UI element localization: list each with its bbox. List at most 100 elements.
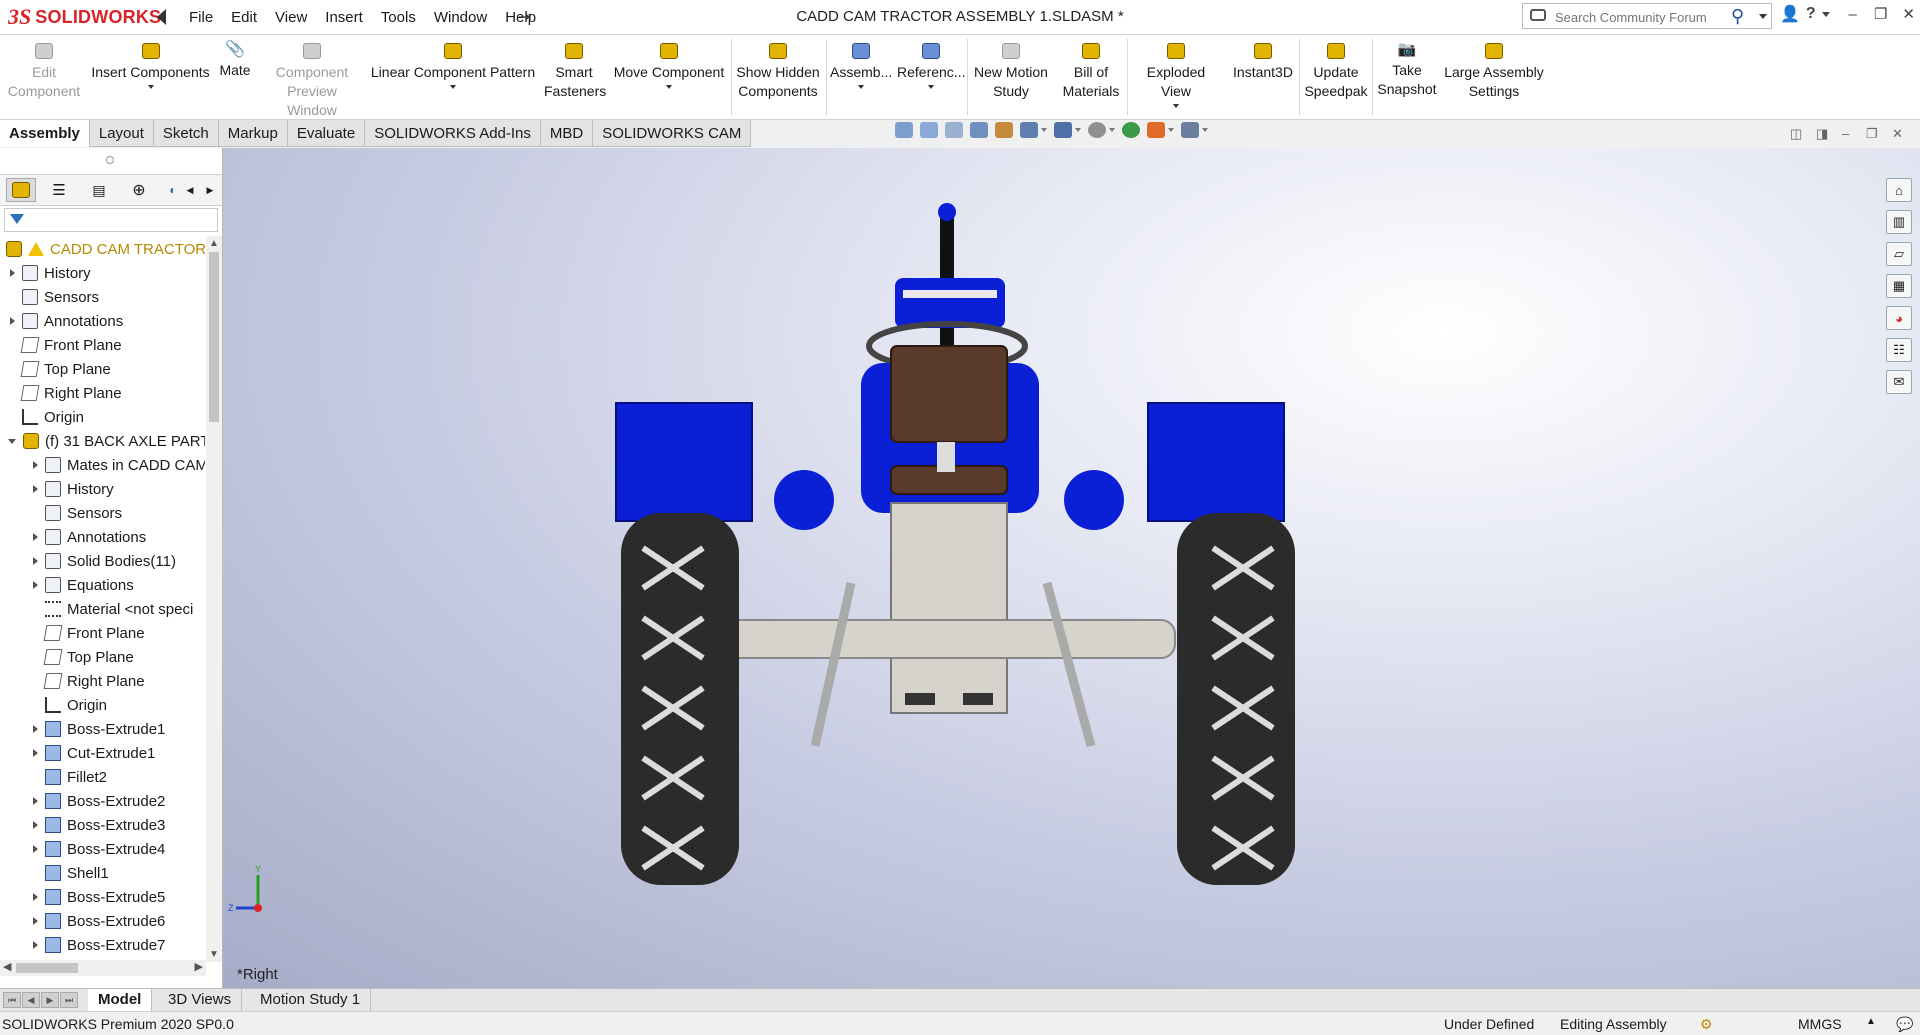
tab-3d-views[interactable]: 3D Views xyxy=(158,989,243,1011)
viewport-split-icon[interactable]: ◫ xyxy=(1790,126,1802,142)
menu-window[interactable]: Window xyxy=(425,9,496,26)
menu-view[interactable]: View xyxy=(266,9,316,26)
expand-caret-icon[interactable] xyxy=(33,893,38,901)
last-tab-arrow-icon[interactable]: ⏭ xyxy=(60,992,78,1008)
expand-caret-icon[interactable] xyxy=(10,269,15,277)
design-library-icon[interactable]: ▥ xyxy=(1886,210,1912,234)
edit-appearance-icon[interactable] xyxy=(1122,122,1140,138)
tree-subitem-equations[interactable]: Equations xyxy=(33,574,134,596)
prev-tab-arrow-icon[interactable]: ◀ xyxy=(22,992,40,1008)
expand-caret-icon[interactable] xyxy=(33,557,38,565)
display-manager-tab[interactable]: ◐ xyxy=(164,178,182,202)
solidworks-resources-home-icon[interactable]: ⌂ xyxy=(1886,178,1912,202)
scroll-down-arrow-icon[interactable]: ▼ xyxy=(209,949,219,960)
expand-caret-icon[interactable] xyxy=(33,725,38,733)
zoom-to-area-icon[interactable] xyxy=(920,122,938,138)
tree-subitem-boss-extrude1[interactable]: Boss-Extrude1 xyxy=(33,718,165,740)
file-explorer-icon[interactable]: ▱ xyxy=(1886,242,1912,266)
tabs-scroll-right[interactable]: ▶ xyxy=(202,178,218,202)
tree-subitem-shell1[interactable]: Shell1 xyxy=(33,862,109,884)
search-input[interactable] xyxy=(1553,6,1732,28)
tab-solidworks-cam[interactable]: SOLIDWORKS CAM xyxy=(593,120,752,147)
tree-vertical-scrollbar[interactable]: ▲ ▼ xyxy=(206,236,222,962)
tree-filter[interactable] xyxy=(4,208,218,232)
view-palette-icon[interactable]: ▦ xyxy=(1886,274,1912,298)
bill-of-materials-button[interactable]: Bill of Materials xyxy=(1055,41,1127,101)
section-view-icon[interactable] xyxy=(970,122,988,138)
expand-caret-icon[interactable] xyxy=(33,485,38,493)
reference-geometry-dropdown-icon[interactable] xyxy=(928,85,934,89)
tree-subitem-cut-extrude1[interactable]: Cut-Extrude1 xyxy=(33,742,155,764)
hscroll-thumb[interactable] xyxy=(16,963,78,973)
restore-window-icon[interactable]: ❐ xyxy=(1870,5,1892,23)
tree-subitem-sensors[interactable]: Sensors xyxy=(33,502,122,524)
tree-item-annotations[interactable]: Annotations xyxy=(10,310,123,332)
viewport-link-icon[interactable]: ◨ xyxy=(1816,126,1828,142)
filter-funnel-icon[interactable] xyxy=(10,214,24,224)
assembly-features-dropdown-icon[interactable] xyxy=(858,85,864,89)
exploded-view-button[interactable]: Exploded View xyxy=(1130,41,1222,108)
minimize-window-icon[interactable]: – xyxy=(1842,6,1864,23)
collapse-caret-icon[interactable] xyxy=(8,438,16,444)
view-orientation-icon[interactable] xyxy=(1020,122,1038,138)
update-speedpak-button[interactable]: Update Speedpak xyxy=(1302,41,1370,101)
display-style-icon[interactable] xyxy=(1054,122,1072,138)
solidworks-logo[interactable]: 3S SOLIDWORKS xyxy=(8,4,161,30)
search-icon[interactable]: ⚲ xyxy=(1731,6,1744,27)
large-assembly-settings-button[interactable]: Large Assembly Settings xyxy=(1442,41,1546,101)
appearances-icon[interactable]: ◕ xyxy=(1886,306,1912,330)
insert-components-button[interactable]: Insert Components xyxy=(88,41,213,89)
tree-subitem-front-plane[interactable]: Front Plane xyxy=(33,622,145,644)
assembly-features-button[interactable]: Assemb... xyxy=(830,41,892,89)
insert-components-dropdown-icon[interactable] xyxy=(147,85,154,89)
linear-component-pattern-button[interactable]: Linear Component Pattern xyxy=(370,41,536,89)
expand-caret-icon[interactable] xyxy=(33,461,38,469)
tractor-model[interactable] xyxy=(223,148,1920,988)
help-dropdown-icon[interactable] xyxy=(1821,11,1830,17)
tree-horizontal-scrollbar[interactable]: ◀ ▶ xyxy=(0,960,206,976)
tab-sketch[interactable]: Sketch xyxy=(153,120,219,147)
tab-motion-study[interactable]: Motion Study 1 xyxy=(250,989,372,1011)
rebuild-icon[interactable]: ⚙ xyxy=(1700,1016,1713,1033)
tree-item-front-plane[interactable]: Front Plane xyxy=(10,334,122,356)
tree-item-history[interactable]: History xyxy=(10,262,91,284)
expand-caret-icon[interactable] xyxy=(33,917,38,925)
move-component-dropdown-icon[interactable] xyxy=(666,85,672,89)
expand-caret-icon[interactable] xyxy=(33,845,38,853)
menu-expand-arrow-icon[interactable] xyxy=(157,9,166,25)
tree-subitem-fillet2[interactable]: Fillet2 xyxy=(33,766,107,788)
tree-item-right-plane[interactable]: Right Plane xyxy=(10,382,122,404)
viewport-minimize-icon[interactable]: – xyxy=(1842,126,1849,141)
tree-subitem-right-plane[interactable]: Right Plane xyxy=(33,670,145,692)
display-style-dropdown-icon[interactable] xyxy=(1075,128,1081,132)
tab-markup[interactable]: Markup xyxy=(218,120,288,147)
tree-item-top-plane[interactable]: Top Plane xyxy=(10,358,111,380)
instant3d-button[interactable]: Instant3D xyxy=(1228,41,1298,82)
tab-assembly[interactable]: Assembly xyxy=(0,120,90,147)
tree-subitem-boss-extrude2[interactable]: Boss-Extrude2 xyxy=(33,790,165,812)
apply-scene-dropdown-icon[interactable] xyxy=(1168,128,1174,132)
linear-pattern-dropdown-icon[interactable] xyxy=(450,85,456,89)
expand-caret-icon[interactable] xyxy=(33,581,38,589)
tab-mbd[interactable]: MBD xyxy=(540,120,594,147)
previous-view-icon[interactable] xyxy=(945,122,963,138)
tab-model[interactable]: Model xyxy=(88,989,153,1011)
custom-properties-icon[interactable]: ☷ xyxy=(1886,338,1912,362)
tree-subitem-annotations[interactable]: Annotations xyxy=(33,526,146,548)
tab-layout[interactable]: Layout xyxy=(89,120,154,147)
apply-scene-icon[interactable] xyxy=(1147,122,1165,138)
tree-item-origin[interactable]: Origin xyxy=(10,406,84,428)
scroll-left-arrow-icon[interactable]: ◀ xyxy=(3,960,11,973)
tree-subitem-boss-extrude4[interactable]: Boss-Extrude4 xyxy=(33,838,165,860)
move-component-button[interactable]: Move Component xyxy=(610,41,728,89)
tree-root[interactable]: CADD CAM TRACTOR ... xyxy=(6,238,205,260)
new-motion-study-button[interactable]: New Motion Study xyxy=(970,41,1052,101)
menu-insert[interactable]: Insert xyxy=(316,9,372,26)
tree-subitem-boss-extrude6[interactable]: Boss-Extrude6 xyxy=(33,910,165,932)
tree-subitem-boss-extrude5[interactable]: Boss-Extrude5 xyxy=(33,886,165,908)
community-search[interactable]: ⚲ xyxy=(1522,3,1772,29)
feature-manager-tab[interactable] xyxy=(6,178,36,202)
help-icon[interactable]: ? xyxy=(1806,5,1816,23)
units-up-arrow-icon[interactable]: ▲ xyxy=(1866,1016,1876,1027)
menu-file[interactable]: File xyxy=(180,9,222,26)
